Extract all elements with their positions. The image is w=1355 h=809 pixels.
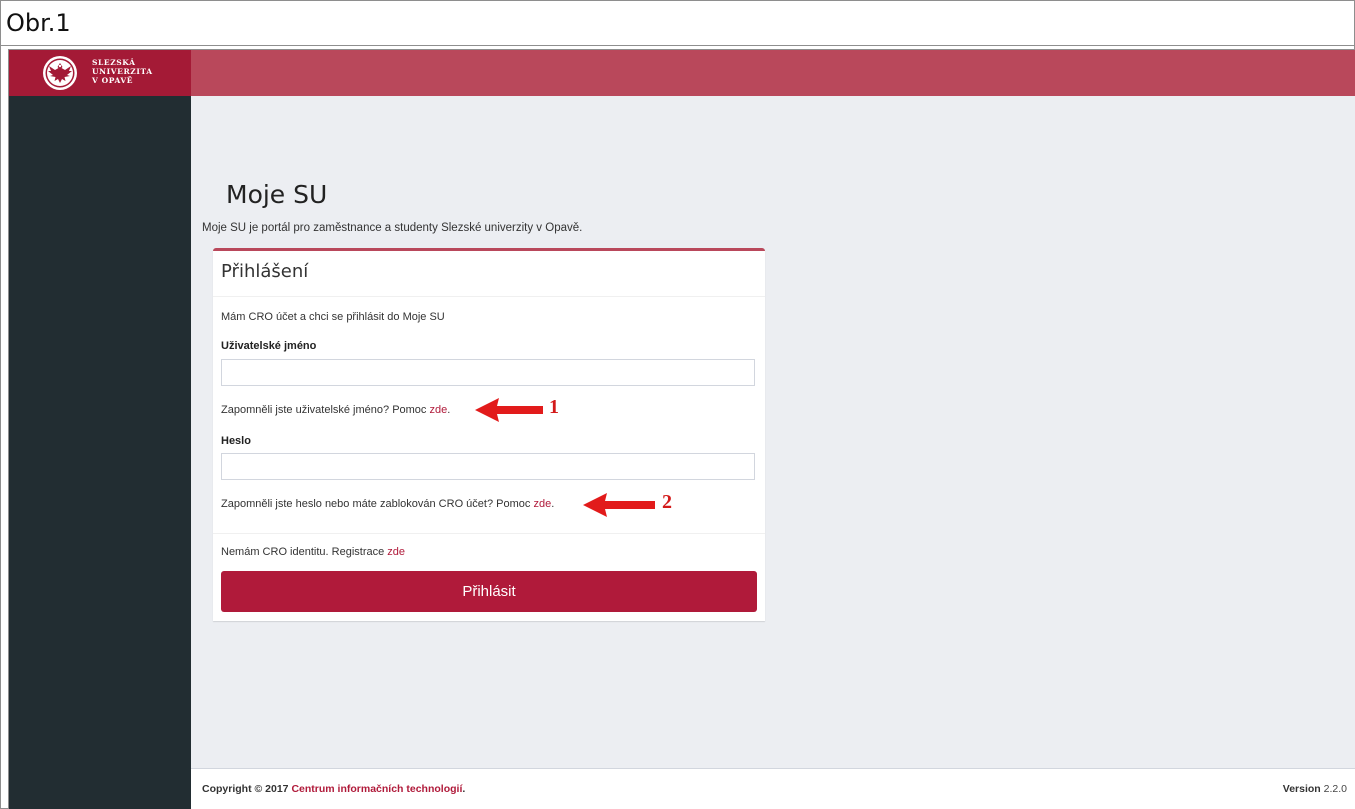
forgot-username-period: . [447,404,451,416]
login-title: Přihlášení [221,261,309,282]
forgot-password-help: Zapomněli jste heslo nebo máte zabloková… [221,498,554,510]
sidebar [9,96,191,809]
forgot-password-link[interactable]: zde [533,498,551,510]
annotation-number-2: 2 [662,491,672,513]
login-box-header: Přihlášení [213,251,765,297]
brand-line-1: SLEZSKÁ [92,58,136,67]
version-label: Version [1282,783,1321,795]
brand-logo[interactable]: SLEZSKÁ UNIVERZITA V OPAVĚ [9,50,191,96]
forgot-username-link[interactable]: zde [430,404,448,416]
figure-caption: Obr.1 [1,1,1354,46]
copyright-prefix: Copyright © 2017 [202,783,289,795]
top-navbar: SLEZSKÁ UNIVERZITA V OPAVĚ [9,50,1355,96]
page-subtitle: Moje SU je portál pro zaměstnance a stud… [202,222,583,234]
forgot-password-period: . [551,498,555,510]
figure-frame: Obr.1 SLEZSKÁ UNIVERZITA V OPAVĚ Moje SU… [0,0,1355,809]
page-title: Moje SU [226,180,328,209]
eagle-emblem-icon [43,56,77,90]
footer: Copyright © 2017 Centrum informačních te… [191,768,1355,809]
forgot-username-help: Zapomněli jste uživatelské jméno? Pomoc … [221,404,450,416]
brand-wordmark: SLEZSKÁ UNIVERZITA V OPAVĚ [92,58,153,85]
password-input[interactable] [221,453,755,480]
version-value: 2.2.0 [1323,783,1347,795]
login-box: Přihlášení Mám CRO účet a chci se přihlá… [213,248,765,621]
username-input[interactable] [221,359,755,386]
username-label: Uživatelské jméno [221,340,317,352]
annotation-arrow-2-icon [583,493,655,517]
login-button[interactable]: Přihlásit [221,571,757,612]
login-intro: Mám CRO účet a chci se přihlásit do Moje… [221,311,445,323]
annotation-arrow-1-icon [475,398,543,422]
footer-copyright: Copyright © 2017 Centrum informačních te… [202,783,465,795]
annotation-number-1: 1 [549,396,559,418]
forgot-username-text: Zapomněli jste uživatelské jméno? Pomoc [221,404,427,416]
copyright-suffix: . [462,783,466,795]
footer-version: Version 2.2.0 [1283,783,1347,795]
register-link[interactable]: zde [387,546,405,558]
register-help: Nemám CRO identitu. Registrace zde [221,546,405,558]
login-divider [213,533,765,534]
content-area: Moje SU Moje SU je portál pro zaměstnanc… [191,96,1355,809]
brand-line-2: UNIVERZITA [92,67,153,76]
app-screenshot: SLEZSKÁ UNIVERZITA V OPAVĚ Moje SU Moje … [8,49,1355,809]
cit-link[interactable]: Centrum informačních technologií [291,783,462,795]
register-text: Nemám CRO identitu. Registrace [221,546,385,558]
brand-line-3: V OPAVĚ [92,76,134,85]
password-label: Heslo [221,435,251,447]
forgot-password-text: Zapomněli jste heslo nebo máte zabloková… [221,498,531,510]
